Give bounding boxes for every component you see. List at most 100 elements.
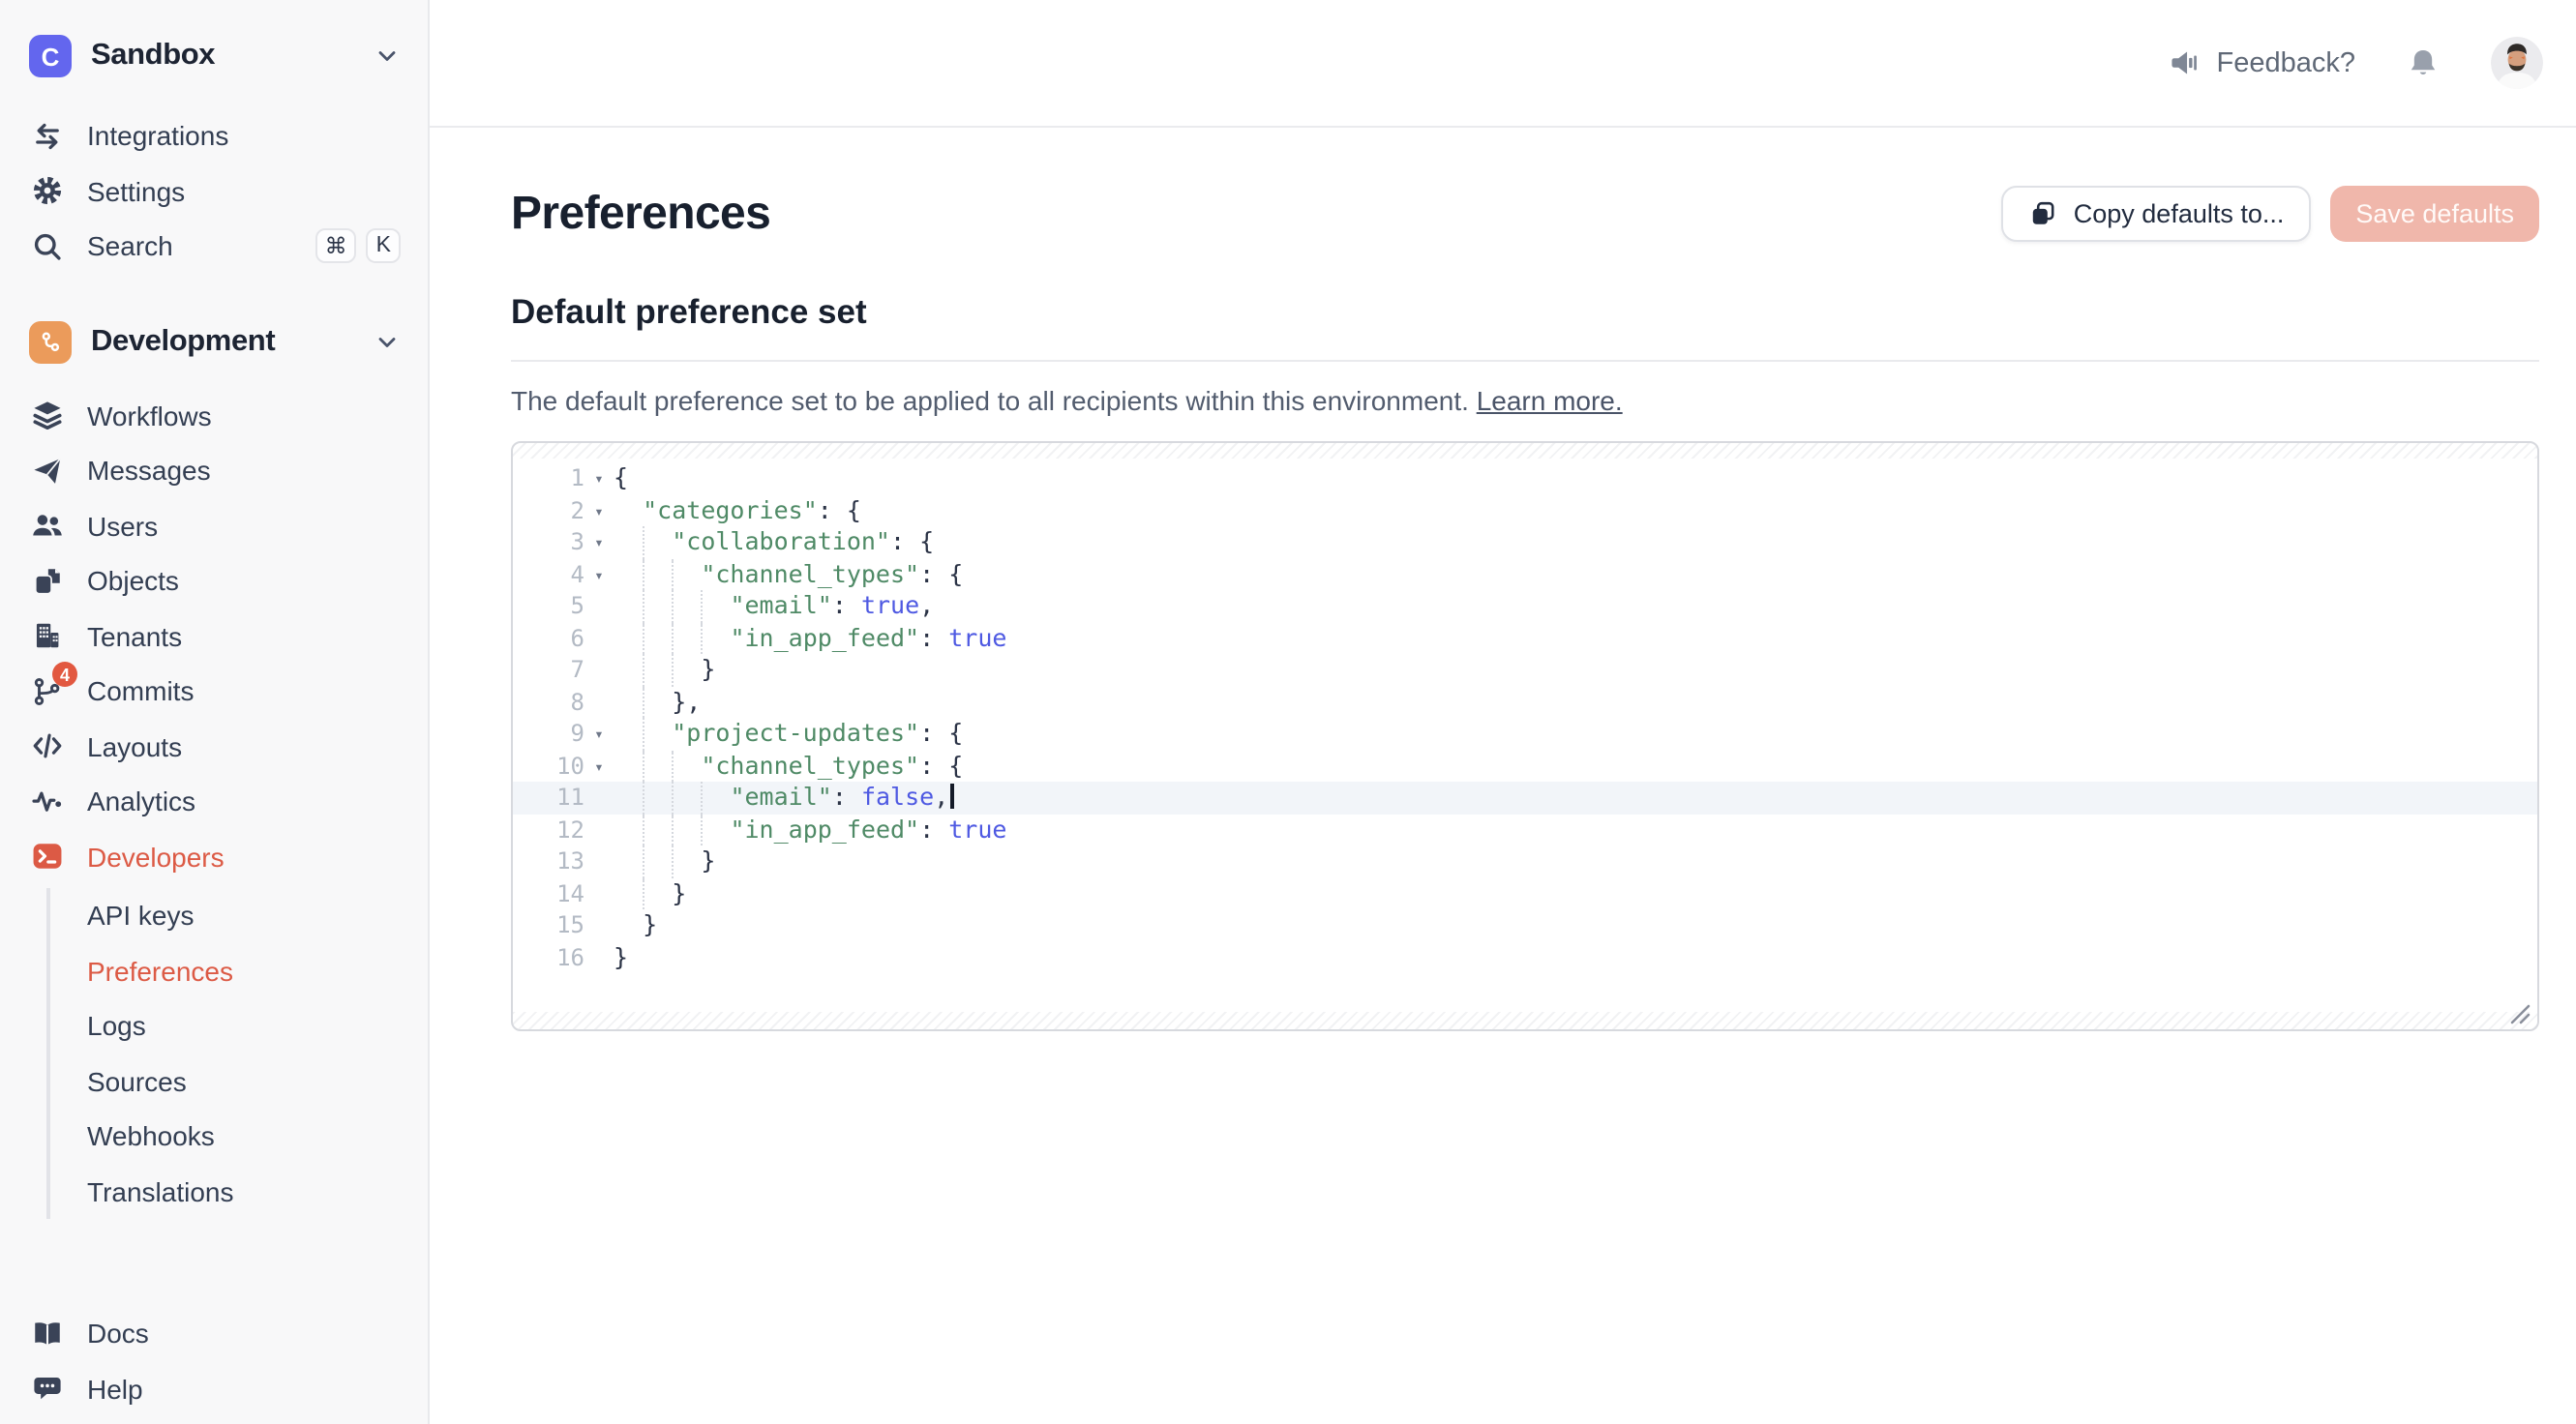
token-bool: true bbox=[948, 622, 1006, 651]
indent-guide bbox=[701, 622, 703, 654]
top-bar: Feedback? bbox=[430, 0, 2576, 128]
indent-guide bbox=[672, 622, 674, 654]
code-line-15[interactable]: 15 } bbox=[513, 909, 2537, 941]
sidebar-item-layouts[interactable]: Layouts bbox=[0, 719, 428, 774]
indent-guide bbox=[672, 558, 674, 590]
chevron-down-icon bbox=[374, 328, 401, 355]
environment-switcher[interactable]: Development bbox=[0, 312, 428, 371]
chevron-down-icon bbox=[374, 43, 401, 70]
fold-arrow-icon[interactable]: ▾ bbox=[584, 560, 614, 592]
sidebar-item-api-keys[interactable]: API keys bbox=[50, 888, 428, 943]
workspace-switcher[interactable]: C Sandbox bbox=[0, 27, 428, 85]
workspace-logo: C bbox=[29, 35, 72, 77]
token-pun: : { bbox=[919, 718, 963, 747]
fold-arrow-icon[interactable]: ▾ bbox=[584, 496, 614, 528]
sidebar-item-docs[interactable]: Docs bbox=[0, 1306, 428, 1361]
sidebar-item-commits[interactable]: 4 Commits bbox=[0, 664, 428, 719]
code-line-16[interactable]: 16} bbox=[513, 941, 2537, 973]
sidebar-item-webhooks[interactable]: Webhooks bbox=[50, 1109, 428, 1164]
sidebar-item-users[interactable]: Users bbox=[0, 498, 428, 553]
token-str: "email" bbox=[730, 590, 831, 619]
token-str: "email" bbox=[730, 782, 831, 811]
indent-guide bbox=[643, 622, 644, 654]
sidebar-item-sources[interactable]: Sources bbox=[50, 1053, 428, 1109]
line-number: 8 bbox=[513, 686, 584, 718]
workspace-name: Sandbox bbox=[91, 39, 354, 74]
token-str: "project-updates" bbox=[672, 718, 919, 747]
sidebar-item-preferences[interactable]: Preferences bbox=[50, 943, 428, 998]
code-lines: 1▾{2▾ "categories": {3▾ "collaboration":… bbox=[513, 462, 2537, 973]
avatar[interactable] bbox=[2491, 37, 2543, 89]
sidebar-env-nav: Workflows Messages bbox=[0, 388, 428, 1219]
sidebar: C Sandbox Integrations bbox=[0, 0, 430, 1424]
token-pun: } bbox=[701, 654, 715, 683]
code-line-13[interactable]: 13 } bbox=[513, 846, 2537, 877]
code-line-3[interactable]: 3▾ "collaboration": { bbox=[513, 526, 2537, 558]
indent-guide bbox=[643, 558, 644, 590]
token-pun: } bbox=[672, 877, 686, 906]
sidebar-spacer bbox=[0, 1219, 428, 1283]
code-line-4[interactable]: 4▾ "channel_types": { bbox=[513, 558, 2537, 590]
token-pun: : bbox=[832, 590, 861, 619]
sidebar-item-logs[interactable]: Logs bbox=[50, 998, 428, 1053]
fold-arrow-icon[interactable]: ▾ bbox=[584, 528, 614, 560]
sidebar-item-messages[interactable]: Messages bbox=[0, 443, 428, 498]
code-line-2[interactable]: 2▾ "categories": { bbox=[513, 494, 2537, 526]
indent-guide bbox=[643, 877, 644, 909]
terminal-icon bbox=[29, 840, 64, 875]
code-line-1[interactable]: 1▾{ bbox=[513, 462, 2537, 494]
page-title: Preferences bbox=[511, 187, 770, 241]
chat-bubble-icon bbox=[29, 1372, 64, 1407]
code-line-9[interactable]: 9▾ "project-updates": { bbox=[513, 718, 2537, 750]
line-number: 1 bbox=[513, 462, 584, 494]
fold-arrow-icon[interactable]: ▾ bbox=[584, 720, 614, 752]
code-line-5[interactable]: 5 "email": true, bbox=[513, 590, 2537, 622]
fold-arrow-icon[interactable]: ▾ bbox=[584, 752, 614, 784]
json-code-editor[interactable]: 1▾{2▾ "categories": {3▾ "collaboration":… bbox=[511, 441, 2539, 1031]
token-pun: , bbox=[934, 782, 948, 811]
indent-guide bbox=[643, 590, 644, 622]
indent-guide bbox=[701, 590, 703, 622]
code-line-8[interactable]: 8 }, bbox=[513, 686, 2537, 718]
line-number: 2 bbox=[513, 494, 584, 526]
sidebar-item-analytics[interactable]: Analytics bbox=[0, 774, 428, 829]
token-pun: : bbox=[919, 622, 948, 651]
copy-defaults-label: Copy defaults to... bbox=[2074, 199, 2285, 228]
indent-guide bbox=[643, 718, 644, 750]
learn-more-link[interactable]: Learn more. bbox=[1477, 385, 1623, 416]
token-str: "in_app_feed" bbox=[730, 814, 919, 843]
sidebar-item-developers[interactable]: Developers bbox=[0, 829, 428, 884]
sidebar-item-search[interactable]: Search ⌘ K bbox=[0, 219, 428, 274]
k-keycap: K bbox=[367, 229, 401, 264]
feedback-button[interactable]: Feedback? bbox=[2169, 46, 2356, 79]
sidebar-item-workflows[interactable]: Workflows bbox=[0, 388, 428, 443]
text-cursor bbox=[950, 784, 953, 809]
send-icon bbox=[29, 454, 64, 489]
notifications-bell-icon[interactable] bbox=[2406, 45, 2441, 80]
sidebar-item-help[interactable]: Help bbox=[0, 1361, 428, 1416]
code-line-10[interactable]: 10▾ "channel_types": { bbox=[513, 750, 2537, 782]
token-pun: }, bbox=[672, 686, 701, 715]
code-line-7[interactable]: 7 } bbox=[513, 654, 2537, 686]
code-line-6[interactable]: 6 "in_app_feed": true bbox=[513, 622, 2537, 654]
indent-guide bbox=[701, 782, 703, 814]
save-defaults-button[interactable]: Save defaults bbox=[2330, 186, 2539, 242]
sidebar-item-settings[interactable]: Settings bbox=[0, 163, 428, 219]
sidebar-item-translations[interactable]: Translations bbox=[50, 1164, 428, 1219]
line-number: 3 bbox=[513, 526, 584, 558]
indent-guide bbox=[643, 686, 644, 718]
code-line-14[interactable]: 14 } bbox=[513, 877, 2537, 909]
token-pun: : { bbox=[890, 526, 934, 555]
resize-handle[interactable] bbox=[2508, 1000, 2531, 1024]
code-line-11[interactable]: 11 "email": false, bbox=[513, 782, 2537, 814]
line-number: 5 bbox=[513, 590, 584, 622]
copy-defaults-button[interactable]: Copy defaults to... bbox=[2002, 186, 2312, 242]
line-number: 15 bbox=[513, 909, 584, 941]
sidebar-item-tenants[interactable]: Tenants bbox=[0, 608, 428, 664]
code-line-12[interactable]: 12 "in_app_feed": true bbox=[513, 814, 2537, 846]
sidebar-item-integrations[interactable]: Integrations bbox=[0, 108, 428, 163]
sidebar-item-objects[interactable]: Objects bbox=[0, 553, 428, 608]
token-bool: true bbox=[948, 814, 1006, 843]
git-commits-icon: 4 bbox=[29, 674, 64, 709]
fold-arrow-icon[interactable]: ▾ bbox=[584, 464, 614, 496]
